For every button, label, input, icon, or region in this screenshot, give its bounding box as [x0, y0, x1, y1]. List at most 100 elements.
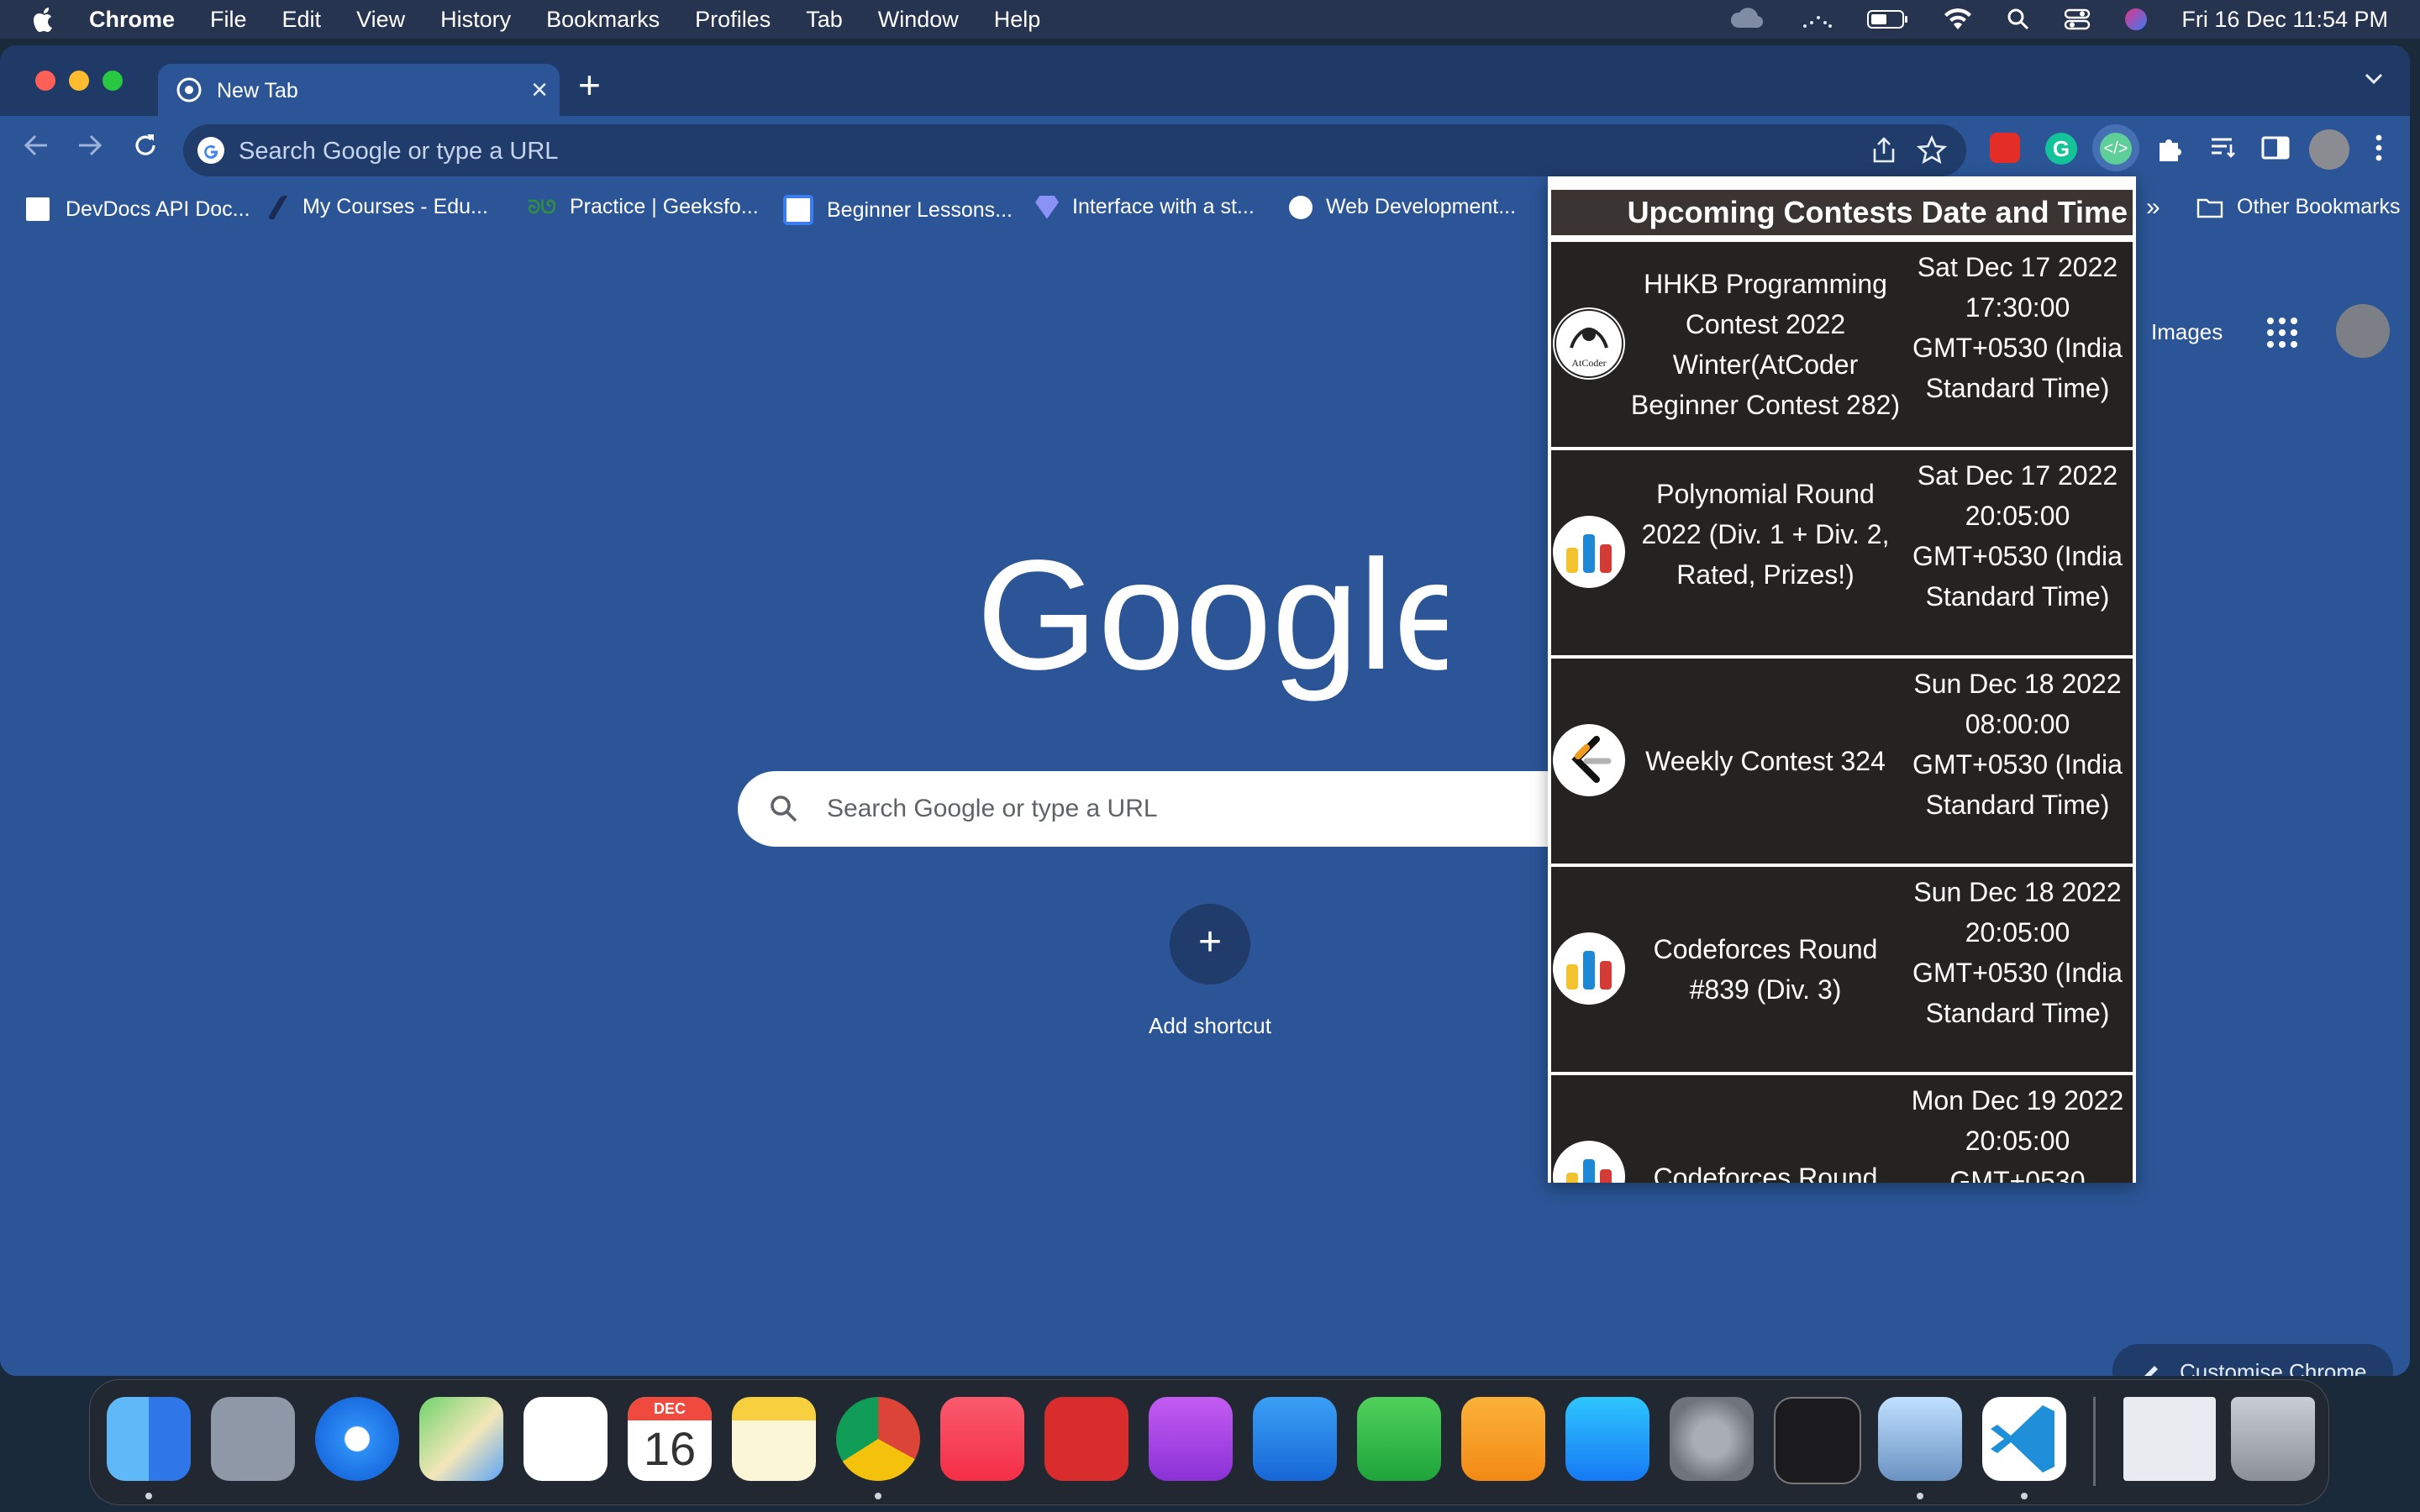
folder-icon	[2196, 198, 2223, 218]
menu-window[interactable]: Window	[878, 7, 959, 33]
contest-date: Sun Dec 18 2022 20:05:00 GMT+0530 (India…	[1912, 877, 2123, 1028]
menu-tab[interactable]: Tab	[806, 7, 843, 33]
bookmark-web-development[interactable]: Web Development...	[1289, 195, 1516, 219]
tab-search-chevron-icon[interactable]	[2363, 67, 2385, 89]
leetcode-icon	[1553, 724, 1625, 796]
system-preferences-icon[interactable]	[1670, 1397, 1754, 1481]
music-icon[interactable]	[940, 1397, 1024, 1481]
menubar-clock[interactable]: Fri 16 Dec 11:54 PM	[2181, 7, 2388, 33]
add-shortcut-button[interactable]: +	[1170, 904, 1250, 984]
feather-icon	[266, 195, 297, 219]
menu-file[interactable]: File	[210, 7, 247, 33]
address-bar-placeholder: Search Google or type a URL	[239, 138, 559, 165]
tab-title: New Tab	[217, 79, 298, 102]
profile-avatar[interactable]	[2309, 129, 2349, 170]
menu-edit[interactable]: Edit	[282, 7, 322, 33]
keynote-icon[interactable]	[1253, 1397, 1337, 1481]
creative-cloud-icon[interactable]	[1728, 8, 1766, 31]
codeforces-icon	[1553, 932, 1625, 1005]
menu-bookmarks[interactable]: Bookmarks	[546, 7, 660, 33]
vscode-icon[interactable]	[1982, 1397, 2066, 1481]
window-close-button[interactable]	[35, 71, 55, 91]
grammarly-extension-icon[interactable]: G	[2045, 133, 2077, 165]
reading-list-icon[interactable]	[2208, 133, 2238, 163]
window-minimize-button[interactable]	[69, 71, 89, 91]
share-icon[interactable]	[1870, 136, 1897, 165]
dock-separator	[2093, 1397, 2096, 1486]
calendar-icon[interactable]: DEC 16	[628, 1397, 712, 1481]
bookmark-my-courses[interactable]: My Courses - Edu...	[266, 195, 488, 219]
preview-icon[interactable]	[1878, 1397, 1962, 1481]
network-activity-icon[interactable]	[1800, 8, 1833, 31]
extensions-puzzle-icon[interactable]	[2154, 133, 2185, 163]
control-center-icon[interactable]	[2064, 8, 2091, 31]
contest-row[interactable]: Weekly Contest 324 Sun Dec 18 2022 08:00…	[1551, 659, 2133, 864]
bookmarks-overflow-chevron[interactable]: »	[2146, 193, 2160, 222]
safari-icon[interactable]	[315, 1397, 399, 1481]
reminders-icon[interactable]	[523, 1397, 608, 1481]
contest-date: Sat Dec 17 2022 17:30:00 GMT+0530 (India…	[1912, 252, 2123, 403]
customise-chrome-button[interactable]: Customise Chrome	[2112, 1344, 2393, 1376]
menu-view[interactable]: View	[356, 7, 405, 33]
window-zoom-button[interactable]	[103, 71, 123, 91]
bookmark-beginner-lessons[interactable]: Beginner Lessons...	[783, 195, 1013, 225]
spotlight-search-icon[interactable]	[2007, 8, 2030, 31]
numbers-icon[interactable]	[1357, 1397, 1441, 1481]
app-store-icon[interactable]	[1565, 1397, 1649, 1481]
google-g-icon	[197, 137, 224, 164]
reload-icon[interactable]	[131, 131, 160, 160]
minimized-window-thumbnail[interactable]	[2123, 1397, 2216, 1481]
macos-menubar: Chrome File Edit View History Bookmarks …	[0, 0, 2420, 39]
terminal-icon[interactable]	[1774, 1397, 1861, 1484]
siri-icon[interactable]	[2124, 8, 2148, 31]
bookmark-star-icon[interactable]	[1916, 134, 1948, 166]
menu-profiles[interactable]: Profiles	[695, 7, 771, 33]
chrome-icon[interactable]	[836, 1397, 920, 1481]
bookmark-interface[interactable]: Interface with a st...	[1035, 195, 1255, 219]
notes-icon[interactable]	[732, 1397, 816, 1481]
contest-name: Codeforces Round #839 (Div. 3)	[1653, 934, 1878, 1005]
finder-icon[interactable]	[107, 1397, 191, 1481]
tab-new-tab[interactable]: New Tab ×	[158, 64, 560, 116]
podcasts-icon[interactable]	[1149, 1397, 1233, 1481]
pencil-icon	[2144, 1366, 2158, 1376]
google-logo: Google	[976, 534, 1447, 702]
google-apps-grid-icon[interactable]	[2265, 316, 2299, 349]
contest-name: Weekly Contest 324	[1645, 746, 1886, 776]
bookmark-label: DevDocs API Doc...	[66, 197, 250, 221]
bookmark-other-bookmarks[interactable]: Other Bookmarks	[2196, 195, 2401, 219]
bookmark-devdocs[interactable]: DevDocs API Doc...	[24, 195, 250, 223]
trash-icon[interactable]	[2231, 1397, 2315, 1481]
chrome-menu-kebab-icon[interactable]	[2375, 133, 2383, 163]
popup-header: Upcoming Contests Date and Time	[1551, 190, 2133, 235]
youtube-extension-icon[interactable]	[1990, 133, 2020, 163]
contest-row[interactable]: Codeforces Round Mon Dec 19 2022 20:05:0…	[1551, 1075, 2133, 1183]
forward-arrow-icon[interactable]	[76, 131, 104, 160]
pages-icon[interactable]	[1461, 1397, 1545, 1481]
menu-history[interactable]: History	[440, 7, 511, 33]
back-arrow-icon[interactable]	[22, 131, 50, 160]
contest-name: Polynomial Round 2022 (Div. 1 + Div. 2, …	[1641, 479, 1890, 590]
side-panel-icon[interactable]	[2260, 133, 2291, 163]
new-tab-button[interactable]: +	[578, 62, 601, 108]
contest-row[interactable]: Codeforces Round #839 (Div. 3) Sun Dec 1…	[1551, 867, 2133, 1072]
bookmark-label: My Courses - Edu...	[302, 195, 488, 218]
launchpad-icon[interactable]	[211, 1397, 295, 1481]
menu-help[interactable]: Help	[994, 7, 1041, 33]
images-link[interactable]: Images	[2151, 319, 2223, 345]
tab-close-icon[interactable]: ×	[531, 74, 548, 107]
maps-icon[interactable]	[419, 1397, 503, 1481]
add-shortcut-label[interactable]: Add shortcut	[1092, 1013, 1328, 1039]
photo-booth-icon[interactable]	[1044, 1397, 1128, 1481]
battery-icon[interactable]	[1867, 8, 1909, 30]
menu-app-name[interactable]: Chrome	[89, 7, 175, 33]
contest-reminder-extension-icon[interactable]: </>	[2100, 133, 2132, 165]
apple-icon[interactable]	[30, 4, 57, 34]
address-bar[interactable]: Search Google or type a URL	[183, 124, 1966, 176]
running-indicator	[875, 1493, 881, 1499]
bookmark-geeksforgeeks[interactable]: ᘐᘎ Practice | Geeksfo...	[528, 195, 759, 219]
wifi-icon[interactable]	[1943, 8, 1973, 31]
contest-row[interactable]: Polynomial Round 2022 (Div. 1 + Div. 2, …	[1551, 450, 2133, 655]
contest-row[interactable]: AtCoder HHKB Programming Contest 2022 Wi…	[1551, 242, 2133, 447]
google-account-avatar[interactable]	[2336, 304, 2390, 358]
